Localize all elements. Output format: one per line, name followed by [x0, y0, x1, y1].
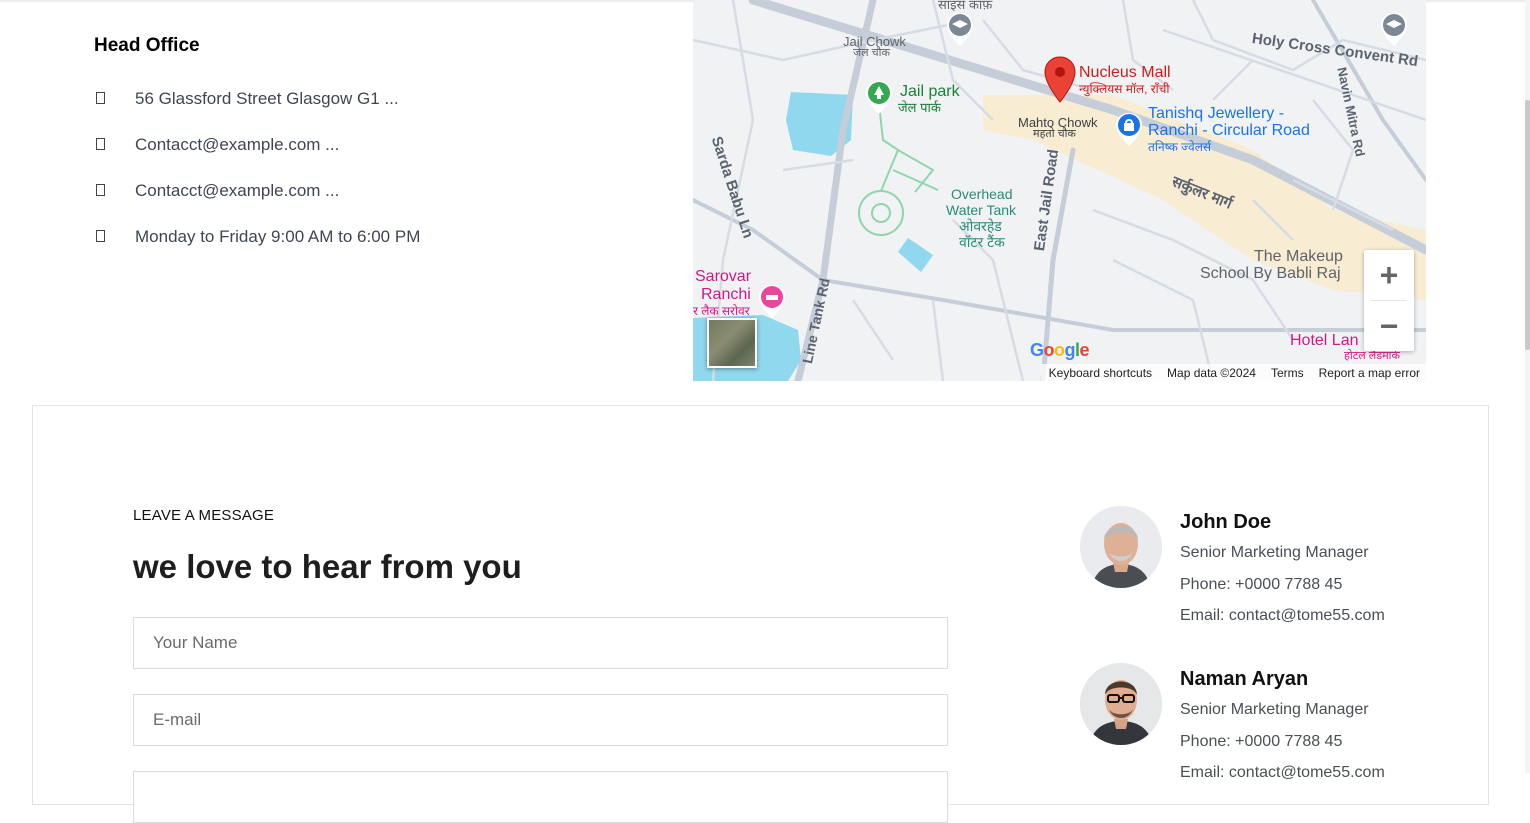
google-logo: Google [1030, 340, 1090, 360]
contact-card: LEAVE A MESSAGE we love to hear from you… [32, 405, 1489, 823]
map-zoom-control: + − [1364, 250, 1414, 351]
map-marker-icon [94, 91, 135, 107]
map-label-hotel-lan-hi: होटल लैंडमार्क [1344, 350, 1400, 362]
map-footer: Keyboard shortcuts Map data ©2024 Terms … [1040, 364, 1426, 381]
map-label-sarovar-1: Sarovar [695, 268, 752, 285]
person-email[interactable]: Email: contact@tome55.com [1180, 607, 1385, 625]
clock-icon [94, 229, 135, 245]
contact-heading: we love to hear from you [133, 548, 522, 585]
avatar-photo-icon [1080, 506, 1162, 588]
school-pin-icon[interactable] [945, 12, 975, 48]
park-pin-icon[interactable] [864, 80, 894, 116]
map-label-nucleus-mall-hi: न्युक्लियस मॉल, राँची [1079, 82, 1170, 96]
person-name: John Doe [1180, 511, 1272, 533]
envelope-icon [94, 137, 135, 153]
head-office-title: Head Office [94, 35, 200, 56]
satellite-view-toggle[interactable] [707, 318, 757, 368]
email-input[interactable] [133, 694, 948, 746]
address-item: 56 Glassford Street Glasgow G1 ... [94, 76, 654, 122]
person-name: Naman Aryan [1180, 668, 1309, 690]
email-text[interactable]: Contacct@example.com ... [135, 135, 339, 155]
map-label-sarovar-hi: र लैक सरोवर [693, 304, 750, 318]
person-role: Senior Marketing Manager [1180, 701, 1369, 718]
map-label-sarovar-2: Ranchi [701, 286, 751, 303]
map-label-makeup-1: The Makeup [1254, 248, 1343, 265]
map-label-hotel-lan: Hotel Lan [1290, 332, 1359, 349]
map-label-overhead-hi-1: ओवरहेड [959, 218, 1002, 234]
person-email[interactable]: Email: contact@tome55.com [1180, 764, 1385, 782]
address-text: 56 Glassford Street Glasgow G1 ... [135, 89, 399, 108]
map-label-makeup-2: School By Babli Raj [1200, 265, 1341, 282]
zoom-in-button[interactable]: + [1364, 250, 1414, 300]
keyboard-shortcuts-link[interactable]: Keyboard shortcuts [1049, 366, 1152, 380]
person-role: Senior Marketing Manager [1180, 544, 1369, 561]
office-info-list: 56 Glassford Street Glasgow G1 ... Conta… [94, 76, 654, 260]
email-item: Contacct@example.com ... [94, 122, 654, 168]
map-label-overhead-1: Overhead [951, 186, 1013, 202]
report-map-error-link[interactable]: Report a map error [1319, 366, 1420, 380]
email-item: Contacct@example.com ... [94, 168, 654, 214]
zoom-out-button[interactable]: − [1364, 301, 1414, 351]
page-scrollbar[interactable] [1525, 0, 1530, 773]
map-label-jail-park: Jail park [900, 83, 960, 100]
avatar [1080, 506, 1162, 588]
map-label-tanishq-2: Ranchi - Circular Road [1148, 122, 1310, 139]
message-field[interactable] [133, 771, 948, 823]
terms-link[interactable]: Terms [1271, 366, 1304, 380]
head-office-section: Head Office 56 Glassford Street Glasgow … [94, 34, 654, 260]
envelope-icon [94, 183, 135, 199]
map-label-overhead-hi-2: वॉटर टैंक [959, 234, 1005, 250]
google-map[interactable]: साइंस कॉफ़ Jail Chowk जेल चौक Jail park … [693, 0, 1426, 381]
name-input[interactable] [133, 617, 948, 669]
hours-item: Monday to Friday 9:00 AM to 6:00 PM [94, 214, 654, 260]
map-label-jail-park-hi: जेल पार्क [898, 100, 941, 115]
person-phone[interactable]: Phone: +0000 7788 45 [1180, 576, 1342, 594]
map-data-text: Map data ©2024 [1167, 365, 1256, 380]
scrollbar-thumb[interactable] [1525, 100, 1530, 350]
map-label-tanishq-1: Tanishq Jewellery - [1148, 105, 1285, 122]
hotel-pin-icon[interactable] [757, 284, 787, 320]
person-phone[interactable]: Phone: +0000 7788 45 [1180, 733, 1342, 751]
email-text[interactable]: Contacct@example.com ... [135, 181, 339, 201]
nucleus-mall-marker-icon[interactable] [1043, 56, 1077, 104]
map-label-overhead-2: Water Tank [946, 202, 1017, 218]
map-label-jail-chowk-hi: जेल चौक [853, 47, 890, 59]
avatar-photo-icon [1080, 663, 1162, 745]
hours-text: Monday to Friday 9:00 AM to 6:00 PM [135, 227, 421, 246]
map-label-mahto-chowk-hi: महतो चौक [1033, 128, 1076, 140]
school-pin-icon[interactable] [1379, 12, 1409, 48]
avatar [1080, 663, 1162, 745]
map-label-tanishq-hi: तनिष्क ज्वेलर्स [1148, 140, 1211, 154]
shopping-pin-icon[interactable] [1114, 112, 1144, 148]
section-eyebrow: LEAVE A MESSAGE [133, 507, 275, 524]
map-label-top: साइंस कॉफ़ [938, 0, 993, 12]
map-label-nucleus-mall: Nucleus Mall [1079, 64, 1171, 81]
